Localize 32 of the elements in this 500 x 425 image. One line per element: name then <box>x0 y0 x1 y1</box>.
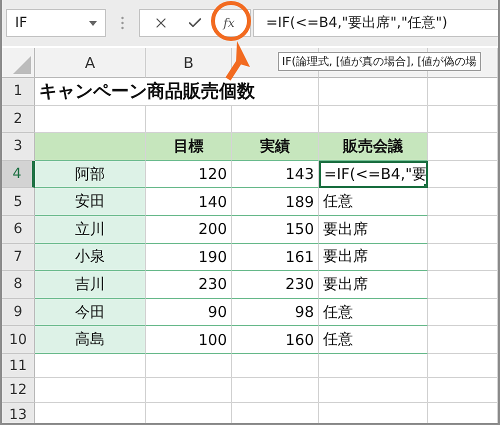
table-cell: 阿部 <box>35 160 146 188</box>
table-cell: 189 <box>232 188 319 216</box>
table-cell: 90 <box>146 298 232 326</box>
table-cell: 任意 <box>319 298 428 326</box>
table-cell: 190 <box>146 244 232 272</box>
table-cell: 230 <box>146 271 232 299</box>
table-cell: 230 <box>232 271 319 299</box>
table-cell: 立川 <box>35 216 146 244</box>
table-cell: 100 <box>146 326 232 354</box>
table-cell: 吉川 <box>35 271 146 299</box>
table-cell: 安田 <box>35 188 146 216</box>
table-cell: 161 <box>232 244 319 272</box>
table-cell: 任意 <box>319 326 428 354</box>
table-cell: 120 <box>146 160 232 188</box>
table-cell: 小泉 <box>35 244 146 272</box>
table-cell: 要出席 <box>319 216 428 244</box>
sheet-title: キャンペーン商品販売個数 <box>35 78 319 106</box>
table-cell: 任意 <box>319 188 428 216</box>
column-heading: 目標 <box>146 133 232 161</box>
column-heading: 販売会議 <box>319 133 428 161</box>
table-cell: 今田 <box>35 298 146 326</box>
table-cell: 140 <box>146 188 232 216</box>
function-tooltip: IF(論理式, [値が真の場合], [値が偽の場 <box>278 52 481 71</box>
table-cell: 要出席 <box>319 244 428 272</box>
table-cell: 98 <box>232 298 319 326</box>
column-heading: 実績 <box>232 133 319 161</box>
table-cell: 160 <box>232 326 319 354</box>
table-cell: 150 <box>232 216 319 244</box>
table-cell: 143 <box>232 160 319 188</box>
table-cell: 高島 <box>35 326 146 354</box>
table-cell: 要出席 <box>319 271 428 299</box>
table-cell: 200 <box>146 216 232 244</box>
